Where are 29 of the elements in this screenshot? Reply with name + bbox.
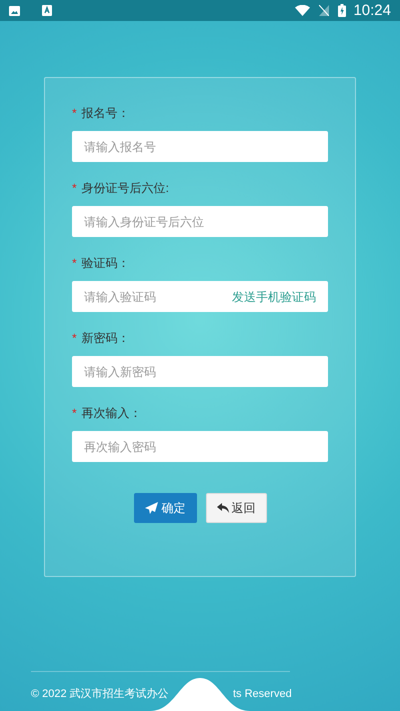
code-field[interactable]: 请输入验证码 发送手机验证码	[72, 281, 328, 312]
no-signal-icon	[319, 5, 330, 16]
required-mark: *	[72, 180, 77, 196]
field-label: 新密码：	[82, 330, 130, 346]
input-field[interactable]: 请输入身份证号后六位	[72, 206, 328, 237]
clock: 10:24	[353, 3, 391, 18]
send-code-link[interactable]: 发送手机验证码	[232, 288, 316, 306]
required-mark: *	[72, 254, 77, 272]
image-icon	[9, 6, 20, 16]
send-icon	[144, 502, 158, 514]
footer-text: ts Reserved	[233, 687, 292, 702]
input-field[interactable]: 请输入报名号	[72, 131, 328, 162]
text-icon	[42, 5, 52, 16]
field-label: 报名号：	[82, 104, 130, 122]
battery-icon	[338, 4, 346, 17]
confirm-button[interactable]: 确定	[134, 493, 196, 523]
field-label: 验证码：	[82, 254, 130, 272]
field-label: 再次输入：	[82, 404, 142, 422]
input-field[interactable]: 请输入验证码	[72, 281, 232, 312]
input-field[interactable]: 请输入新密码	[72, 356, 328, 387]
required-mark: *	[72, 104, 77, 122]
reply-icon	[216, 503, 228, 513]
required-mark: *	[72, 330, 77, 346]
footer-text: © 2022 武汉市招生考试办公	[31, 686, 169, 702]
input-field[interactable]: 再次输入密码	[72, 431, 328, 462]
back-button[interactable]: 返回	[206, 493, 266, 523]
wifi-icon	[295, 5, 310, 16]
required-mark: *	[72, 404, 77, 422]
field-label: 身份证号后六位:	[82, 180, 170, 196]
